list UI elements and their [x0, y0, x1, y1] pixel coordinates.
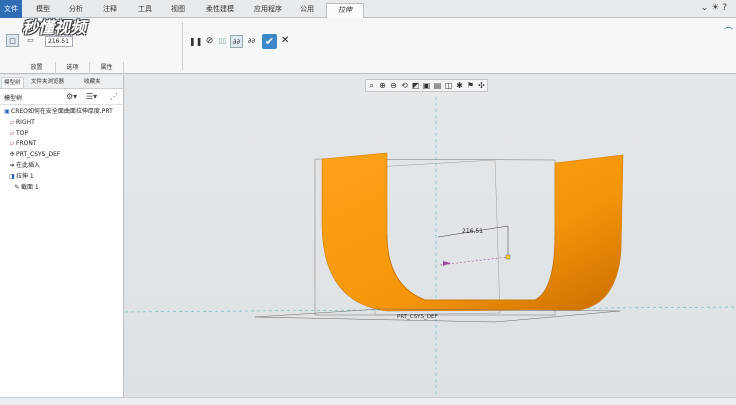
direction-arrow-icon[interactable]	[443, 261, 451, 266]
extrude-icon: ◨	[9, 172, 15, 180]
ribbon-panel: □ ▭ 216.51 ❚❚ ⊘ ▯▯ ∂∂ ∂∂ ✔ ✕ ⌒ 放置 选项 属性	[0, 18, 736, 74]
tree-item[interactable]: ✎截面 1	[13, 183, 39, 193]
insert-arrow-icon: ➔	[9, 162, 15, 169]
tree-settings-icon[interactable]: ⚙▾	[66, 92, 77, 101]
status-bar	[0, 397, 736, 405]
watermark-logo: 秒懂视频	[22, 18, 87, 37]
datum-plane-icon: ▱	[9, 129, 15, 137]
tab-tools[interactable]: 工具	[131, 3, 159, 16]
window-controls: ⌄☀?	[701, 3, 730, 13]
tree-item-label: CREO如何在安全面曲面拉伸厚度.PRT	[11, 108, 113, 115]
glasses-icon[interactable]: ∂∂	[245, 35, 258, 48]
direction-line	[439, 256, 509, 266]
pause-icon[interactable]: ❚❚	[189, 35, 202, 48]
model-tree-panel: 模型树 文件夹浏览器 收藏夹 模型树 ⚙▾ ☰▾ ⋰ ▣CREO如何在安全面曲面…	[0, 75, 124, 397]
subtab-options[interactable]: 选项	[56, 62, 90, 74]
cancel-button[interactable]: ✕	[281, 35, 289, 46]
tree-item-label: 拉伸 1	[16, 172, 34, 180]
tree-more-icon[interactable]: ⋰	[110, 92, 118, 101]
tree-item[interactable]: ➔在此插入	[8, 161, 40, 171]
confirm-button[interactable]: ✔	[262, 34, 277, 49]
light-icon[interactable]: ☀	[711, 3, 722, 13]
datum-plane-icon: ▱	[9, 140, 15, 148]
tree-item[interactable]: ✣PRT_CSYS_DEF	[8, 150, 60, 160]
tree-item[interactable]: ▱ FRONT	[8, 139, 37, 149]
subtab-placement[interactable]: 放置	[18, 62, 56, 74]
tab-extrude[interactable]: 拉伸	[326, 3, 364, 18]
panel-tabs: 模型树 文件夹浏览器 收藏夹	[0, 75, 123, 89]
tab-view[interactable]: 视图	[164, 3, 192, 16]
model-geometry: 216.51 PRT_CSYS_DEF	[125, 97, 736, 397]
tree-filter-icon[interactable]: ☰▾	[86, 92, 97, 101]
tab-favorites[interactable]: 收藏夹	[82, 77, 103, 88]
tab-file[interactable]: 文件	[0, 0, 22, 18]
tree-item-label: 截面 1	[21, 183, 39, 191]
ribbon-tab-bar: 文件 模型 分析 注释 工具 视图 柔性建模 应用程序 公用 拉伸 ⌄☀?	[0, 0, 736, 18]
tree-toolbar: 模型树 ⚙▾ ☰▾ ⋰	[0, 89, 123, 105]
solid-icon[interactable]: □	[6, 34, 19, 47]
datum-plane-icon: ▱	[9, 118, 15, 126]
tree-item[interactable]: ▱ RIGHT	[8, 118, 35, 128]
feature-icon[interactable]: ⌒	[724, 25, 733, 38]
graphics-viewport[interactable]: ⌕ ⊕ ⊖ ⟲ ◩ ▣ ▤ ◫ ✱ ⚑ ✣ 216.51 PRT_CSYS_DE…	[125, 75, 736, 397]
csys-icon: ✣	[9, 151, 15, 159]
dimension-label[interactable]: 216.51	[462, 228, 483, 235]
surface-inner-edge	[386, 234, 556, 301]
tree-item-label: TOP	[16, 129, 29, 137]
no-preview-icon[interactable]: ⊘	[203, 35, 216, 48]
tab-model-tree[interactable]: 模型树	[1, 77, 24, 88]
tree-title: 模型树	[4, 95, 23, 102]
tree-item[interactable]: ◨拉伸 1	[8, 172, 34, 182]
tab-applications[interactable]: 应用程序	[247, 3, 289, 16]
tree-item-label: RIGHT	[16, 118, 35, 126]
subtab-properties[interactable]: 属性	[90, 62, 124, 74]
sketch-icon: ✎	[14, 183, 20, 191]
tree-item-label: FRONT	[16, 140, 37, 148]
part-icon: ▣	[4, 108, 10, 115]
tree-item-label: PRT_CSYS_DEF	[16, 151, 61, 159]
preview-icon[interactable]: ▯▯	[216, 35, 229, 48]
verify-icon[interactable]: ∂∂	[230, 35, 243, 48]
csys-label: PRT_CSYS_DEF	[397, 314, 438, 320]
dashboard-subtabs: 放置 选项 属性	[0, 62, 124, 74]
minimize-icon[interactable]: ⌄	[701, 3, 712, 13]
tab-annotate[interactable]: 注释	[96, 3, 124, 16]
tree-item[interactable]: ▱ TOP	[8, 129, 28, 139]
drag-handle[interactable]	[505, 254, 511, 260]
tab-common[interactable]: 公用	[293, 3, 321, 16]
tree-item[interactable]: ▣CREO如何在安全面曲面拉伸厚度.PRT	[3, 107, 113, 117]
tree-item-label: 在此插入	[16, 162, 41, 169]
help-icon[interactable]: ?	[722, 3, 730, 13]
tab-flexible-modeling[interactable]: 柔性建模	[198, 3, 242, 16]
tab-folder-browser[interactable]: 文件夹浏览器	[29, 77, 66, 88]
